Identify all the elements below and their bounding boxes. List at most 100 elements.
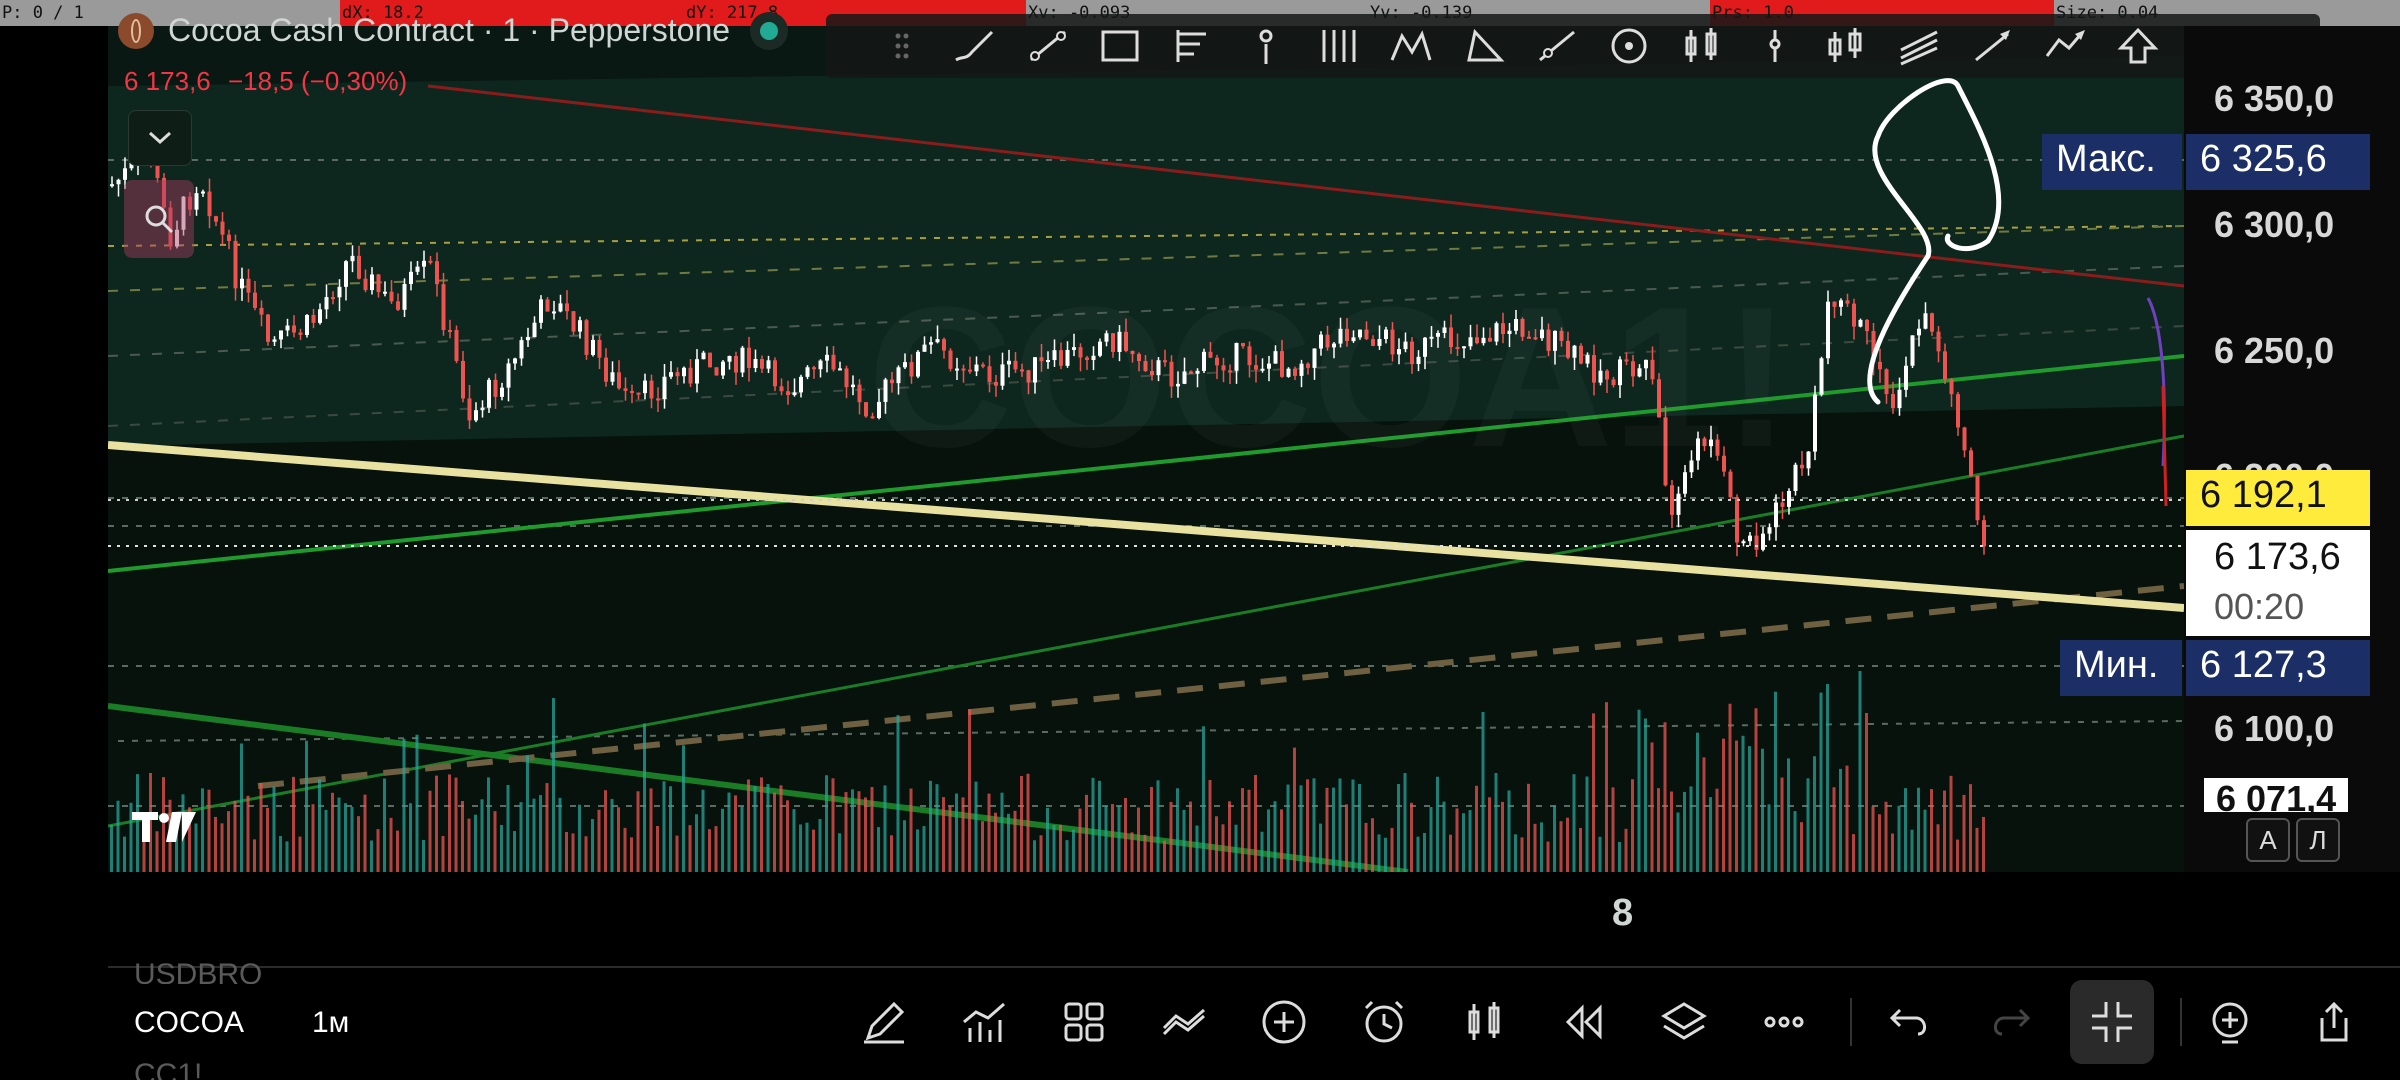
chart-type-button[interactable] bbox=[1444, 982, 1524, 1062]
volume-bar bbox=[1020, 775, 1023, 872]
volume-bar bbox=[1787, 758, 1790, 872]
tool-trendline[interactable] bbox=[1011, 14, 1084, 78]
add-alert-button[interactable] bbox=[2190, 982, 2270, 1062]
time-tick: 8 bbox=[1612, 892, 1634, 934]
alert-button[interactable] bbox=[1344, 982, 1424, 1062]
candle-body bbox=[747, 347, 751, 368]
chevron-down-icon bbox=[148, 131, 172, 145]
volume-bar bbox=[1423, 832, 1426, 872]
tool-bars[interactable] bbox=[1302, 14, 1375, 78]
tool-fib[interactable] bbox=[1157, 14, 1230, 78]
volume-bar bbox=[1228, 801, 1231, 872]
tool-pitchfork[interactable] bbox=[1230, 14, 1303, 78]
candle-body bbox=[1741, 541, 1746, 544]
add-alert-icon bbox=[2212, 1002, 2248, 1044]
more-button[interactable] bbox=[1744, 982, 1824, 1062]
volume-bar bbox=[786, 800, 789, 872]
redo-button[interactable] bbox=[1970, 982, 2050, 1062]
candle-body bbox=[519, 340, 524, 359]
candle-body bbox=[578, 320, 582, 332]
add-button[interactable] bbox=[1244, 982, 1324, 1062]
zoom-button[interactable] bbox=[124, 180, 194, 258]
draw-button[interactable] bbox=[844, 982, 924, 1062]
level-line[interactable] bbox=[117, 720, 2184, 742]
tool-rectangle[interactable] bbox=[1084, 14, 1157, 78]
volume-bar bbox=[1865, 713, 1868, 872]
volume-bar bbox=[1709, 797, 1712, 872]
min-label: Мин. bbox=[2060, 640, 2182, 696]
volume-bar bbox=[1130, 832, 1134, 872]
candle-body bbox=[851, 384, 855, 388]
pin-icon bbox=[1769, 30, 1781, 62]
watchlist-interval: 1м bbox=[312, 1006, 350, 1039]
alarm-clock-icon bbox=[1364, 1000, 1404, 1043]
exit-fullscreen-button[interactable] bbox=[2070, 980, 2154, 1064]
candle-body bbox=[318, 309, 322, 323]
volume-bar bbox=[1468, 810, 1472, 872]
arrow-icon bbox=[1974, 30, 2010, 62]
time-axis[interactable]: 8 bbox=[108, 872, 2184, 968]
share-button[interactable] bbox=[2290, 982, 2370, 1062]
chart-pane[interactable]: COCOA1! bbox=[108, 26, 2184, 872]
candle-body bbox=[370, 274, 374, 291]
candle-body bbox=[844, 368, 849, 388]
toolbar-drag-handle[interactable] bbox=[866, 14, 939, 78]
candle-body bbox=[201, 191, 205, 194]
volume-bar bbox=[1767, 804, 1771, 872]
watchlist-item-active[interactable]: COCOA 1м bbox=[134, 1006, 349, 1040]
symbol-watermark: COCOA1! bbox=[868, 266, 1790, 489]
price-chart[interactable]: COCOA1! bbox=[108, 26, 2184, 872]
tool-pin[interactable] bbox=[1738, 14, 1811, 78]
tool-arrow-up[interactable] bbox=[2102, 14, 2175, 78]
market-status-dot bbox=[760, 21, 779, 40]
volume-bar bbox=[1585, 776, 1589, 872]
replay-button[interactable] bbox=[1544, 982, 1624, 1062]
symbol-title[interactable]: Cocoa Cash Contract · 1 · Pepperstone bbox=[168, 12, 730, 49]
auto-scale-button[interactable]: A bbox=[2246, 818, 2290, 862]
candle-body bbox=[389, 291, 394, 302]
candle-body bbox=[363, 278, 368, 291]
volume-bar bbox=[415, 734, 419, 872]
volume-bar bbox=[1455, 808, 1459, 872]
volume-bar bbox=[903, 820, 906, 872]
tool-channel[interactable] bbox=[1884, 14, 1957, 78]
log-scale-button[interactable]: Л bbox=[2296, 818, 2340, 862]
tool-ray[interactable] bbox=[1520, 14, 1593, 78]
tool-brush[interactable] bbox=[939, 14, 1012, 78]
volume-bar bbox=[1572, 774, 1576, 872]
collapse-legend-button[interactable] bbox=[128, 110, 192, 166]
candle-body bbox=[415, 266, 420, 272]
tool-bar-pattern[interactable] bbox=[1811, 14, 1884, 78]
volume-bar bbox=[682, 745, 685, 872]
tool-path[interactable] bbox=[2029, 14, 2102, 78]
tool-pattern[interactable] bbox=[1375, 14, 1448, 78]
volume-bar bbox=[240, 743, 243, 872]
symbol-header[interactable]: Cocoa Cash Contract · 1 · Pepperstone bbox=[118, 12, 779, 49]
layers-button[interactable] bbox=[1644, 982, 1724, 1062]
volume-bar bbox=[883, 785, 887, 872]
tool-candle[interactable] bbox=[1666, 14, 1739, 78]
watchlist-item-next[interactable]: CC1! 3м bbox=[134, 1058, 202, 1080]
volume-bar bbox=[1826, 684, 1829, 872]
volume-bar bbox=[201, 788, 204, 872]
candle-body bbox=[597, 339, 602, 358]
undo-button[interactable] bbox=[1870, 982, 1950, 1062]
indicators-button[interactable] bbox=[944, 982, 1024, 1062]
layouts-button[interactable] bbox=[1044, 982, 1124, 1062]
volume-bar bbox=[942, 797, 945, 872]
volume-bar bbox=[383, 778, 386, 872]
volume-bar bbox=[838, 833, 841, 872]
candle-body bbox=[1884, 369, 1889, 395]
compare-button[interactable] bbox=[1144, 982, 1224, 1062]
volume-bar bbox=[1260, 831, 1264, 872]
candle-body bbox=[1949, 379, 1954, 395]
tool-triangle[interactable] bbox=[1448, 14, 1521, 78]
green-trendline[interactable] bbox=[108, 434, 2184, 828]
volume-bar bbox=[1059, 824, 1062, 872]
tool-circle[interactable] bbox=[1593, 14, 1666, 78]
candle-body bbox=[1813, 394, 1817, 452]
candle-body bbox=[565, 303, 569, 312]
candle-body bbox=[1670, 485, 1674, 515]
watchlist-item-prev[interactable]: USDBRO 1H bbox=[134, 958, 262, 984]
tool-arrow[interactable] bbox=[1957, 14, 2030, 78]
